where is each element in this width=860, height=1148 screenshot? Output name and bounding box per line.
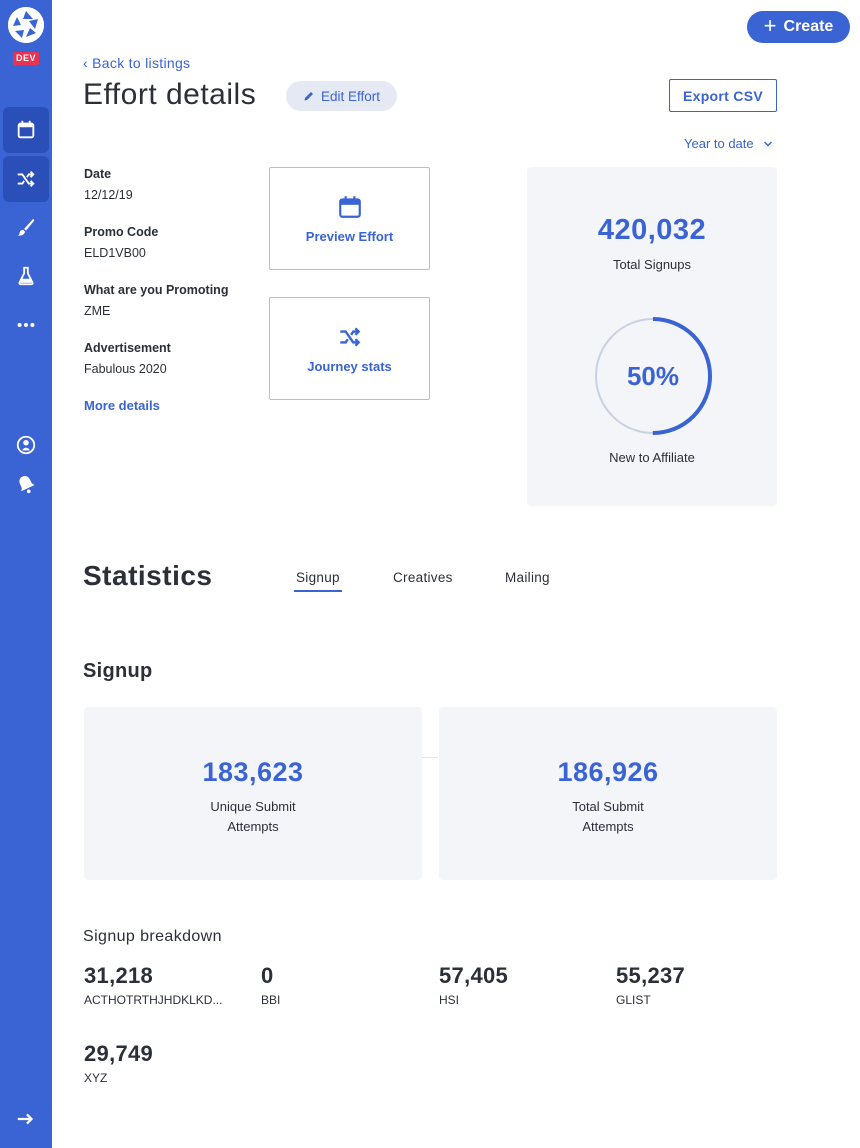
total-submit-label: Total Submit Attempts bbox=[439, 797, 777, 837]
tab-signup[interactable]: Signup bbox=[294, 570, 342, 592]
date-range-select[interactable]: Year to date bbox=[684, 136, 774, 151]
total-submit-label-line2: Attempts bbox=[582, 819, 634, 834]
total-signups-label: Total Signups bbox=[612, 257, 692, 272]
breakdown-value: 57,405 bbox=[439, 963, 509, 988]
nav-more[interactable] bbox=[3, 302, 49, 348]
signup-section-title: Signup bbox=[83, 660, 153, 682]
chevron-down-icon bbox=[763, 140, 772, 147]
unique-submit-value: 183,623 bbox=[202, 757, 304, 787]
total-submit-label-line1: Total Submit bbox=[572, 799, 644, 814]
preview-effort-label: Preview Effort bbox=[305, 228, 394, 244]
breakdown-label: XYZ bbox=[84, 1071, 108, 1085]
new-to-affiliate-percent: 50% bbox=[626, 360, 680, 391]
export-csv-button[interactable]: Export CSV bbox=[669, 79, 777, 112]
app-logo[interactable] bbox=[8, 7, 44, 43]
shuffle-icon bbox=[17, 171, 35, 187]
date-label: Date bbox=[84, 167, 112, 181]
unique-submit-label-line2: Attempts bbox=[227, 819, 279, 834]
nav-logout[interactable] bbox=[3, 1096, 49, 1142]
page-title: Effort details bbox=[83, 78, 257, 111]
breakdown-value: 31,218 bbox=[84, 963, 154, 988]
nav-notifications[interactable] bbox=[3, 461, 49, 507]
unique-submit-card: 183,623 Unique Submit Attempts bbox=[84, 707, 422, 880]
tab-mailing[interactable]: Mailing bbox=[505, 570, 550, 585]
bell-icon bbox=[19, 475, 35, 494]
unique-submit-label-line1: Unique Submit bbox=[210, 799, 296, 814]
promo-code-field: Promo Code ELD1VB00 bbox=[84, 225, 158, 260]
user-icon bbox=[16, 435, 36, 455]
total-submit-card: 186,926 Total Submit Attempts bbox=[439, 707, 777, 880]
breakdown-value: 55,237 bbox=[616, 963, 686, 988]
date-field: Date 12/12/19 bbox=[84, 167, 133, 202]
total-submit-value: 186,926 bbox=[557, 757, 659, 787]
logout-arrow-icon bbox=[17, 1113, 34, 1125]
plus-icon: + bbox=[763, 13, 777, 38]
edit-effort-button[interactable]: Edit Effort bbox=[286, 81, 397, 111]
sidebar: DEV bbox=[0, 0, 52, 1148]
back-link-label: Back to listings bbox=[92, 55, 191, 71]
promo-code-label: Promo Code bbox=[84, 225, 159, 239]
flask-icon bbox=[18, 266, 34, 286]
card-connector bbox=[422, 757, 438, 758]
breakdown-label: GLIST bbox=[616, 993, 651, 1007]
create-button-label: Create bbox=[783, 18, 834, 35]
aperture-logo-icon bbox=[8, 7, 44, 43]
new-to-affiliate-label: New to Affiliate bbox=[609, 450, 695, 465]
breakdown-item: 55,237 GLIST bbox=[616, 963, 766, 1007]
nav-journeys[interactable] bbox=[3, 156, 49, 202]
breakdown-label: HSI bbox=[439, 993, 460, 1007]
edit-effort-label: Edit Effort bbox=[320, 88, 381, 104]
calendar-icon bbox=[17, 120, 35, 139]
date-value: 12/12/19 bbox=[84, 188, 133, 202]
calendar-icon bbox=[338, 195, 361, 218]
unique-submit-label: Unique Submit Attempts bbox=[84, 797, 422, 837]
back-to-listings-link[interactable]: ‹ Back to listings bbox=[83, 55, 190, 71]
env-badge: DEV bbox=[13, 52, 39, 65]
tab-creatives[interactable]: Creatives bbox=[393, 570, 453, 585]
breakdown-item: 57,405 HSI bbox=[439, 963, 589, 1007]
promo-code-value: ELD1VB00 bbox=[84, 246, 146, 260]
preview-effort-card[interactable]: Preview Effort bbox=[269, 167, 430, 270]
breakdown-label: BBI bbox=[261, 993, 281, 1007]
summary-panel: 420,032 Total Signups 50% New to Affilia… bbox=[527, 167, 777, 506]
promoting-label: What are you Promoting bbox=[84, 283, 229, 297]
date-range-value: Year to date bbox=[684, 136, 754, 151]
brush-icon bbox=[17, 218, 35, 236]
nav-creatives[interactable] bbox=[3, 204, 49, 250]
journey-stats-label: Journey stats bbox=[307, 358, 392, 374]
more-icon bbox=[17, 322, 35, 328]
total-signups-value: 420,032 bbox=[597, 214, 707, 246]
advertisement-label: Advertisement bbox=[84, 341, 171, 355]
nav-lab[interactable] bbox=[3, 253, 49, 299]
journey-stats-card[interactable]: Journey stats bbox=[269, 297, 430, 400]
more-details-link[interactable]: More details bbox=[84, 398, 160, 413]
signup-breakdown-title: Signup breakdown bbox=[83, 928, 222, 945]
nav-calendar[interactable] bbox=[3, 107, 49, 153]
shuffle-icon bbox=[339, 326, 360, 347]
breakdown-item: 31,218 ACTHOTRTHJHDKLKD... bbox=[84, 963, 234, 1007]
breakdown-label: ACTHOTRTHJHDKLKD... bbox=[84, 993, 223, 1007]
advertisement-value: Fabulous 2020 bbox=[84, 362, 167, 376]
advertisement-field: Advertisement Fabulous 2020 bbox=[84, 341, 171, 376]
breakdown-value: 0 bbox=[261, 963, 274, 988]
statistics-title: Statistics bbox=[83, 560, 213, 591]
promoting-value: ZME bbox=[84, 304, 111, 318]
breakdown-value: 29,749 bbox=[84, 1041, 154, 1066]
promoting-field: What are you Promoting ZME bbox=[84, 283, 228, 318]
chevron-left-icon: ‹ bbox=[83, 55, 88, 71]
create-button[interactable]: + Create bbox=[747, 11, 850, 43]
breakdown-item: 29,749 XYZ bbox=[84, 1041, 234, 1085]
pencil-icon bbox=[304, 92, 313, 101]
breakdown-item: 0 BBI bbox=[261, 963, 411, 1007]
